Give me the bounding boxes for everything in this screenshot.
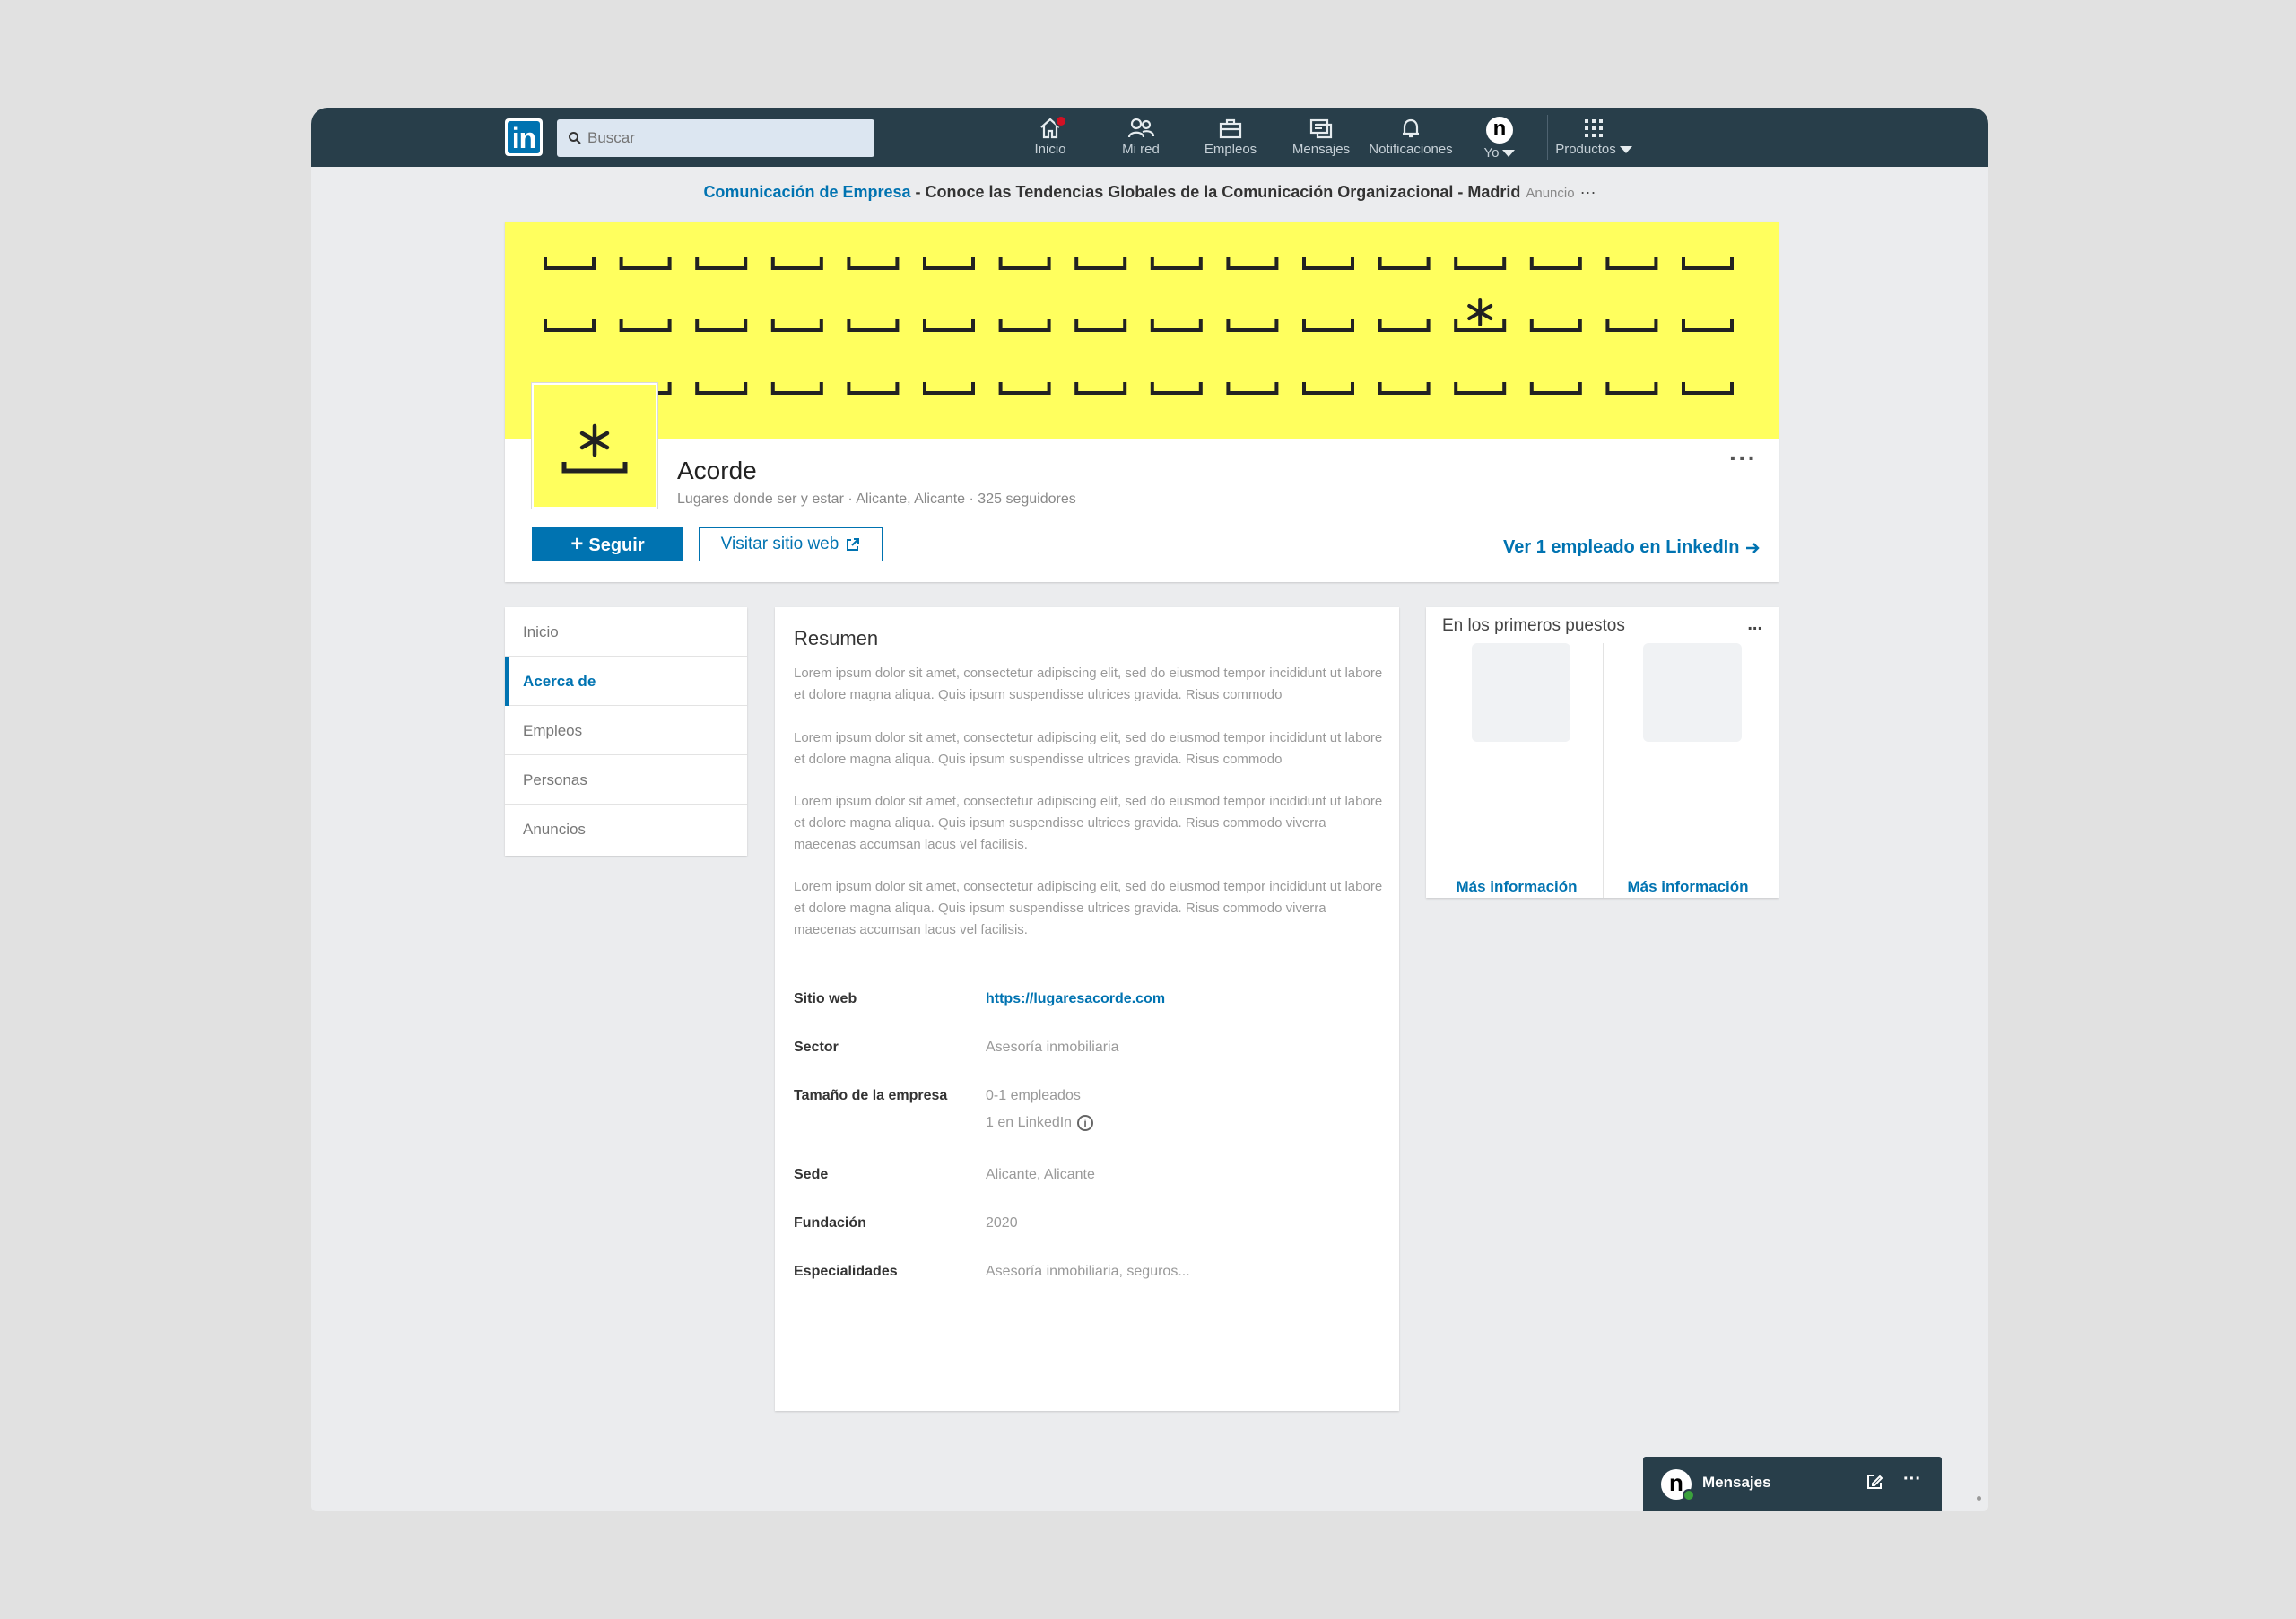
- chevron-down-icon: [1619, 146, 1632, 154]
- ad-highlight[interactable]: Comunicación de Empresa: [703, 183, 910, 201]
- ad-tag: Anuncio: [1526, 186, 1575, 201]
- company-banner: [505, 222, 1779, 439]
- avatar: n: [1486, 117, 1513, 144]
- company-name: Acorde: [677, 457, 757, 484]
- nav-item-productos[interactable]: Productos: [1549, 108, 1639, 167]
- more-options-icon[interactable]: ...: [1747, 614, 1762, 635]
- acorde-logo-icon: [561, 423, 628, 474]
- network-icon: [1127, 118, 1155, 138]
- nav-divider: [1547, 115, 1548, 160]
- compose-icon[interactable]: [1866, 1473, 1883, 1491]
- about-title: Resumen: [794, 627, 879, 649]
- website-label: Sitio web: [794, 991, 857, 1006]
- about-paragraph: Lorem ipsum dolor sit amet, consectetur …: [794, 794, 1383, 852]
- company-sidenav: Inicio Acerca de Empleos Personas Anunci…: [505, 607, 747, 856]
- top-position-item: Más información: [1602, 643, 1774, 898]
- about-paragraph: Lorem ipsum dolor sit amet, consectetur …: [794, 730, 1383, 767]
- external-link-icon: [847, 537, 860, 551]
- about-paragraph: Lorem ipsum dolor sit amet, consectetur …: [794, 879, 1383, 937]
- about-card: Resumen Lorem ipsum dolor sit amet, cons…: [775, 607, 1399, 1411]
- messaging-label: Mensajes: [1702, 1474, 1771, 1491]
- sidenav-item-inicio[interactable]: Inicio: [505, 607, 747, 657]
- hq-label: Sede: [794, 1167, 829, 1182]
- learn-more-link[interactable]: Más información: [1602, 878, 1774, 896]
- top-positions-card: En los primeros puestos ... Más informac…: [1426, 607, 1779, 898]
- briefcase-icon: [1219, 118, 1242, 139]
- company-size-label: Tamaño de la empresa: [794, 1088, 948, 1103]
- sidenav-item-personas[interactable]: Personas: [505, 755, 747, 805]
- about-paragraph: Lorem ipsum dolor sit amet, consectetur …: [794, 666, 1383, 702]
- specialties-value: Asesoría inmobiliaria, seguros...: [986, 1264, 1190, 1279]
- company-header-card: Acorde Lugares donde ser y estar · Alica…: [505, 222, 1779, 582]
- chevron-down-icon: [1502, 150, 1516, 158]
- ad-text: - Conoce las Tendencias Globales de la C…: [910, 183, 1521, 201]
- company-meta: Lugares donde ser y estar · Alicante, Al…: [677, 492, 1076, 507]
- resize-handle-icon: [1977, 1496, 1981, 1501]
- search-icon: [569, 132, 581, 144]
- bell-icon: [1403, 118, 1419, 138]
- nav-item-inicio[interactable]: Inicio: [1023, 108, 1077, 167]
- sidenav-item-empleos[interactable]: Empleos: [505, 706, 747, 755]
- linkedin-logo[interactable]: in: [505, 118, 543, 156]
- online-status-indicator: [1683, 1489, 1695, 1501]
- founded-label: Fundación: [794, 1215, 866, 1231]
- notification-badge: [1055, 115, 1067, 127]
- browser-window: in Inicio Mi red Empleos Mensajes Notifi…: [311, 108, 1988, 1511]
- specialties-label: Especialidades: [794, 1264, 898, 1279]
- grid-icon: [1585, 119, 1603, 137]
- linkedin-members-count: 1 en LinkedIn i: [986, 1115, 1094, 1131]
- top-positions-title: En los primeros puestos: [1442, 616, 1625, 635]
- company-size-value: 0-1 empleados: [986, 1088, 1081, 1103]
- view-employees-link[interactable]: Ver 1 empleado en LinkedIn: [1503, 537, 1761, 558]
- company-logo: [532, 383, 657, 509]
- founded-value: 2020: [986, 1215, 1018, 1231]
- nav-item-yo[interactable]: n Yo: [1477, 108, 1522, 167]
- placeholder-thumbnail: [1472, 643, 1570, 742]
- hq-value: Alicante, Alicante: [986, 1167, 1095, 1182]
- search-box[interactable]: [557, 119, 874, 157]
- ad-more-icon[interactable]: ···: [1580, 183, 1596, 201]
- sidenav-item-anuncios[interactable]: Anuncios: [505, 805, 747, 854]
- visit-website-button[interactable]: Visitar sitio web: [699, 527, 883, 561]
- sector-value: Asesoría inmobiliaria: [986, 1040, 1119, 1055]
- arrow-right-icon: [1746, 542, 1760, 553]
- more-options-icon[interactable]: ···: [1729, 444, 1757, 473]
- nav-item-notificaciones[interactable]: Notificaciones: [1366, 108, 1456, 167]
- nav-item-mi-red[interactable]: Mi red: [1109, 108, 1172, 167]
- sidenav-item-acerca-de[interactable]: Acerca de: [505, 657, 747, 706]
- info-icon[interactable]: i: [1077, 1115, 1094, 1131]
- sector-label: Sector: [794, 1040, 839, 1055]
- nav-item-empleos[interactable]: Empleos: [1199, 108, 1262, 167]
- website-link[interactable]: https://lugaresacorde.com: [986, 991, 1165, 1007]
- placeholder-thumbnail: [1643, 643, 1742, 742]
- learn-more-link[interactable]: Más información: [1431, 878, 1603, 896]
- messaging-bar[interactable]: n Mensajes ···: [1643, 1457, 1942, 1511]
- top-nav-bar: in Inicio Mi red Empleos Mensajes Notifi…: [311, 108, 1988, 167]
- more-options-icon[interactable]: ···: [1903, 1469, 1921, 1490]
- plus-icon: +: [570, 532, 584, 556]
- ad-banner[interactable]: Comunicación de Empresa - Conoce las Ten…: [311, 183, 1988, 202]
- search-input[interactable]: [587, 119, 865, 157]
- follow-button[interactable]: + Seguir: [532, 527, 683, 561]
- messages-icon: [1309, 118, 1333, 139]
- top-position-item: Más información: [1431, 643, 1603, 898]
- banner-pattern: [544, 257, 1734, 395]
- nav-item-mensajes[interactable]: Mensajes: [1289, 108, 1353, 167]
